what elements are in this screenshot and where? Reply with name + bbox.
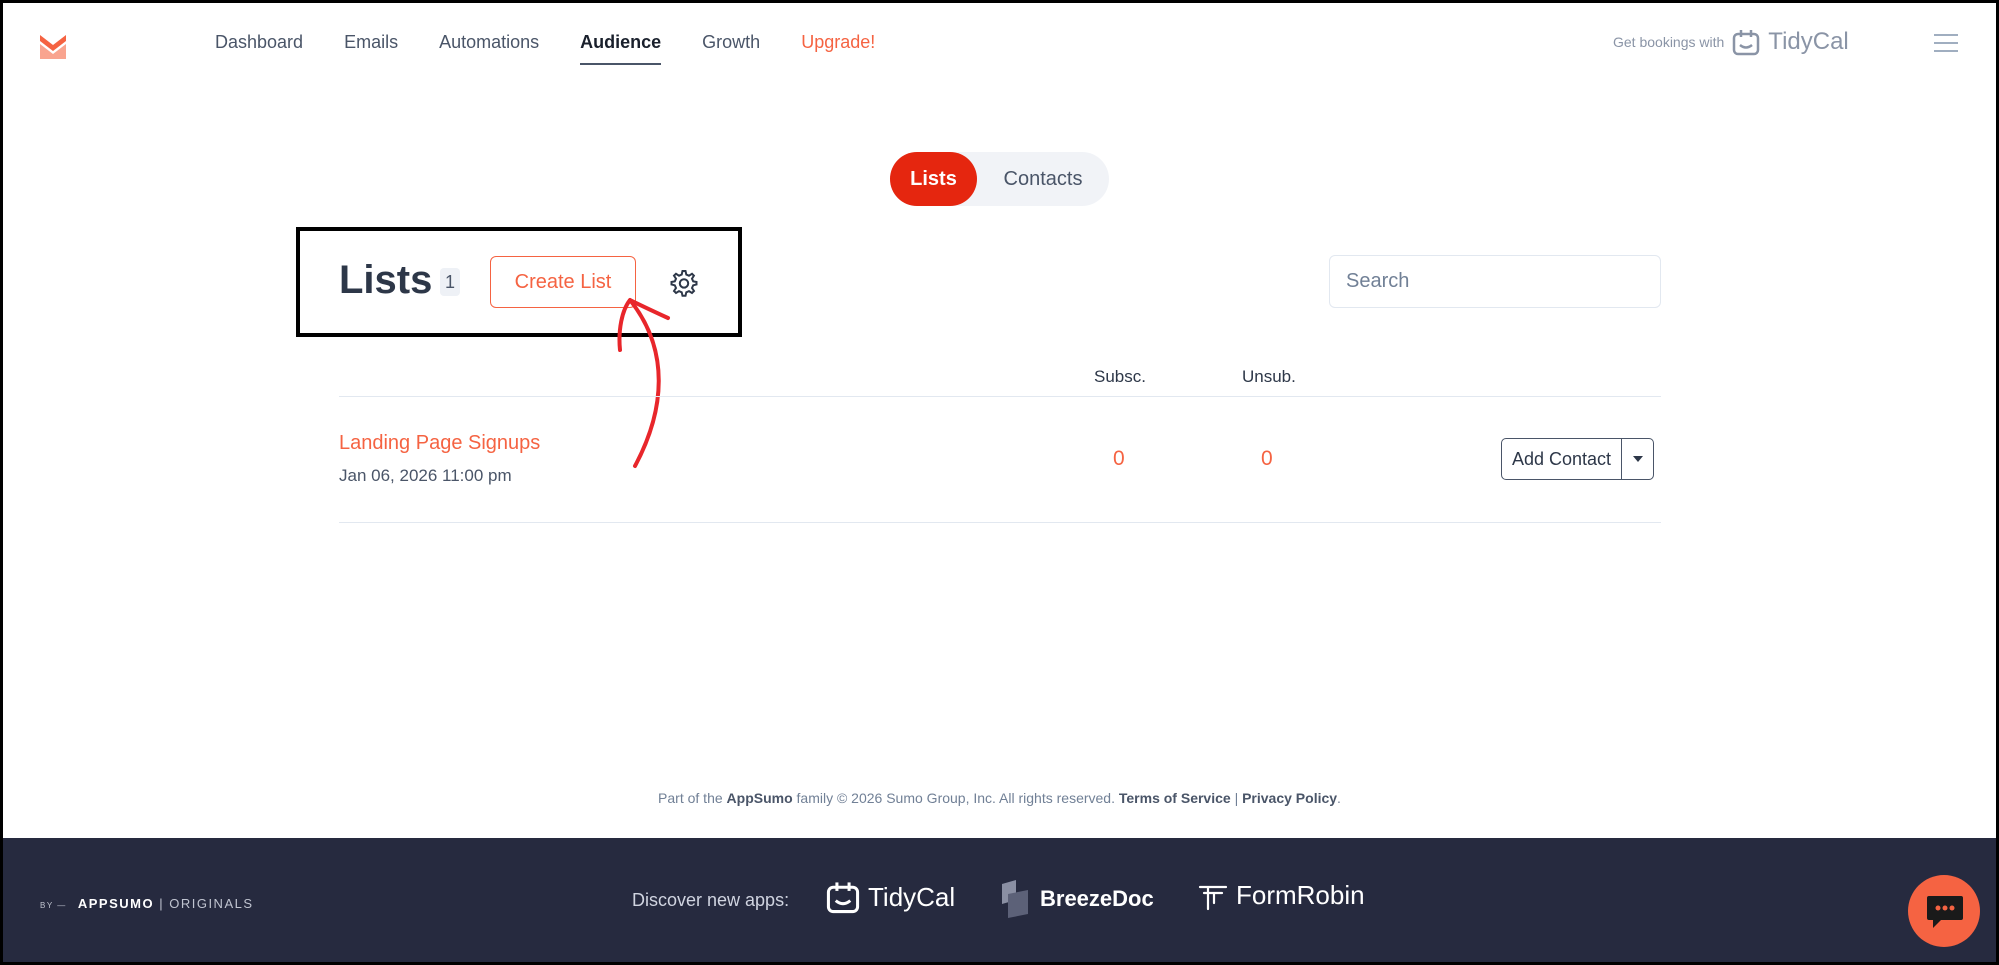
apps-footer: BY — APPSUMO | ORIGINALS Discover new ap…	[0, 838, 1999, 965]
footer-text-mid: family © 2026 Sumo Group, Inc. All right…	[796, 790, 1115, 806]
footer-period: .	[1337, 790, 1341, 806]
page-title: Lists	[339, 258, 433, 302]
footer-text-pre: Part of the	[658, 790, 723, 806]
appsumo-originals-logo[interactable]: BY — APPSUMO | ORIGINALS	[40, 896, 254, 911]
discover-apps-label: Discover new apps:	[632, 890, 790, 910]
table-row-divider	[339, 522, 1661, 523]
promo-brand: TidyCal	[1768, 28, 1849, 55]
hamburger-menu-icon[interactable]	[1934, 34, 1958, 54]
search-input[interactable]	[1329, 255, 1661, 308]
privacy-policy-link[interactable]: Privacy Policy	[1242, 790, 1337, 806]
tab-lists[interactable]: Lists	[890, 152, 977, 206]
gear-icon[interactable]	[668, 268, 698, 298]
list-created-date: Jan 06, 2026 11:00 pm	[339, 466, 512, 485]
nav-audience[interactable]: Audience	[580, 32, 662, 65]
formrobin-app-link[interactable]: FormRobin	[1198, 880, 1365, 911]
table-header-divider	[339, 396, 1661, 397]
tidycal-promo-link[interactable]: Get bookings with TidyCal	[1613, 28, 1849, 56]
tidycal-app-link[interactable]: TidyCal	[826, 880, 955, 914]
chevron-down-icon[interactable]	[1622, 438, 1655, 480]
tidycal-label: TidyCal	[868, 881, 956, 912]
add-contact-button-group: Add Contact	[1501, 438, 1655, 480]
main-nav: Dashboard Emails Automations Audience Gr…	[215, 32, 916, 65]
tidycal-icon	[826, 882, 860, 914]
originals-label: | ORIGINALS	[159, 896, 254, 911]
column-header-unsubscribed: Unsub.	[1242, 367, 1296, 386]
breezedoc-icon	[1002, 880, 1028, 918]
create-list-button[interactable]: Create List	[490, 256, 636, 308]
breezedoc-app-link[interactable]: BreezeDoc	[998, 880, 1154, 918]
tab-contacts[interactable]: Contacts	[977, 152, 1109, 206]
tidycal-icon	[1733, 30, 1760, 56]
by-label: BY —	[40, 901, 67, 910]
terms-of-service-link[interactable]: Terms of Service	[1119, 790, 1231, 806]
formrobin-icon	[1198, 885, 1228, 910]
nav-dashboard[interactable]: Dashboard	[215, 32, 303, 65]
unsubscribed-count[interactable]: 0	[1261, 447, 1273, 471]
nav-growth[interactable]: Growth	[702, 32, 760, 65]
top-navigation-bar: Dashboard Emails Automations Audience Gr…	[0, 0, 1999, 90]
nav-automations[interactable]: Automations	[439, 32, 539, 65]
nav-emails[interactable]: Emails	[344, 32, 398, 65]
subscribed-count[interactable]: 0	[1113, 447, 1125, 471]
chat-support-button[interactable]	[1908, 875, 1980, 947]
nav-upgrade[interactable]: Upgrade!	[801, 32, 875, 65]
footer-appsumo: AppSumo	[726, 790, 793, 806]
footer-copyright: Part of the AppSumo family © 2026 Sumo G…	[0, 790, 1999, 806]
formrobin-label: FormRobin	[1236, 880, 1365, 910]
add-contact-button[interactable]: Add Contact	[1501, 438, 1623, 480]
lists-contacts-toggle: Lists Contacts	[890, 152, 1109, 206]
app-logo-icon[interactable]	[38, 31, 68, 61]
column-header-subscribed: Subsc.	[1094, 367, 1146, 386]
promo-text: Get bookings with	[1613, 34, 1725, 50]
footer-separator: |	[1234, 790, 1239, 806]
list-count-badge: 1	[440, 268, 460, 296]
breezedoc-label: BreezeDoc	[1040, 886, 1154, 911]
list-name-link[interactable]: Landing Page Signups	[339, 432, 540, 455]
screenshot-frame	[0, 0, 1999, 965]
chat-bubble-icon	[1927, 896, 1963, 928]
appsumo-label: APPSUMO	[77, 896, 155, 911]
